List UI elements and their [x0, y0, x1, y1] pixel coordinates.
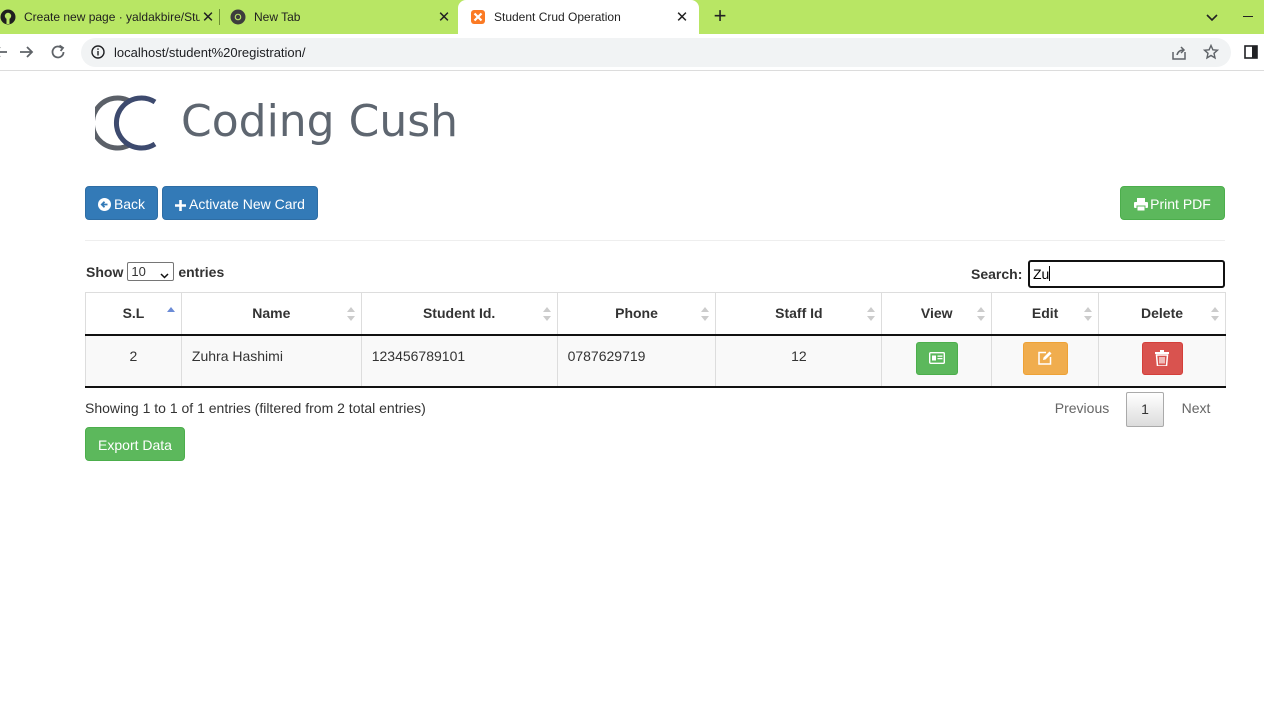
printer-icon — [1134, 189, 1149, 212]
sort-both-icon — [701, 307, 710, 321]
url-text: localhost/student%20registration/ — [114, 45, 306, 60]
tab-title: Student Crud Operation — [494, 10, 621, 24]
cell-staff-id: 12 — [715, 334, 883, 388]
view-button[interactable] — [915, 341, 958, 375]
tab-github[interactable]: Create new page · yaldakbire/Stu ✕ — [0, 0, 216, 34]
cell-name: Zuhra Hashimi — [181, 334, 362, 388]
xampp-icon — [470, 9, 486, 25]
cell-view — [881, 334, 993, 388]
search-value: Zu — [1033, 266, 1050, 282]
info-icon[interactable] — [91, 45, 105, 59]
pagination-page-1[interactable]: 1 — [1126, 392, 1164, 427]
back-button-label: Back — [113, 196, 146, 212]
divider — [85, 240, 1225, 241]
show-entries-control: Show 10 entries — [86, 262, 224, 281]
sort-both-icon — [977, 307, 986, 321]
edit-icon — [1038, 351, 1052, 365]
text-cursor — [1049, 266, 1051, 281]
tab-title: Create new page · yaldakbire/Stu — [24, 10, 200, 24]
show-label: Show — [86, 263, 124, 280]
pagination-next[interactable]: Next — [1171, 392, 1221, 427]
export-data-label: Export Data — [98, 437, 172, 453]
side-panel-icon[interactable] — [1244, 45, 1258, 59]
entries-label: entries — [178, 263, 225, 280]
column-header-delete[interactable]: Delete — [1098, 292, 1226, 336]
activate-new-card-label: Activate New Card — [189, 196, 305, 212]
column-header-view[interactable]: View — [881, 292, 993, 336]
close-tab-icon[interactable]: ✕ — [200, 8, 216, 26]
page-length-value: 10 — [131, 264, 146, 279]
chrome-icon — [230, 9, 246, 25]
pagination-previous[interactable]: Previous — [1045, 392, 1119, 427]
column-header-sl[interactable]: S.L — [85, 292, 182, 336]
column-header-staff-id[interactable]: Staff Id — [715, 292, 883, 336]
column-header-student-id[interactable]: Student Id. — [361, 292, 558, 336]
cell-student-id: 123456789101 — [361, 334, 558, 388]
forward-arrow-icon[interactable] — [17, 43, 35, 61]
column-header-edit[interactable]: Edit — [991, 292, 1100, 336]
tab-student-crud[interactable]: Student Crud Operation ✕ — [458, 0, 699, 34]
students-table: S.L Name Student Id. Phone Staff Id View… — [85, 292, 1226, 388]
chevron-down-icon — [160, 267, 169, 279]
share-icon[interactable] — [1171, 45, 1187, 61]
close-tab-icon[interactable]: ✕ — [674, 8, 690, 26]
back-button[interactable]: Back — [85, 186, 158, 220]
browser-toolbar: localhost/student%20registration/ — [0, 34, 1264, 71]
cell-edit — [991, 334, 1100, 388]
address-bar[interactable]: localhost/student%20registration/ — [81, 38, 1231, 67]
trash-icon — [1155, 350, 1170, 366]
print-pdf-label: Print PDF — [1150, 196, 1211, 212]
back-arrow-icon[interactable] — [0, 43, 10, 61]
reload-icon[interactable] — [49, 43, 67, 61]
table-info-text: Showing 1 to 1 of 1 entries (filtered fr… — [85, 400, 426, 416]
github-icon — [0, 9, 16, 25]
column-header-phone[interactable]: Phone — [557, 292, 717, 336]
coding-cush-logo-icon — [89, 95, 157, 151]
cell-phone: 0787629719 — [557, 334, 717, 388]
cell-sl: 2 — [85, 334, 182, 388]
sort-both-icon — [542, 307, 551, 321]
edit-button[interactable] — [1022, 341, 1068, 375]
tab-title: New Tab — [254, 10, 301, 24]
sort-both-icon — [1211, 307, 1219, 321]
tab-new-tab[interactable]: New Tab ✕ — [230, 0, 452, 34]
activate-new-card-button[interactable]: Activate New Card — [162, 186, 318, 220]
delete-button[interactable] — [1141, 341, 1183, 375]
star-icon[interactable] — [1202, 43, 1220, 60]
cell-delete — [1098, 334, 1226, 388]
print-pdf-button[interactable]: Print PDF — [1120, 186, 1225, 220]
page-length-select[interactable]: 10 — [127, 262, 175, 281]
sort-both-icon — [1084, 307, 1093, 321]
sort-asc-icon — [166, 307, 175, 312]
minimize-icon[interactable] — [1243, 16, 1253, 17]
logo-text: Coding Cush — [181, 96, 459, 147]
id-card-icon — [928, 352, 945, 364]
search-input[interactable]: Zu — [1028, 260, 1225, 288]
search-label: Search: — [971, 266, 1023, 282]
new-tab-plus-icon[interactable]: + — [709, 5, 731, 28]
circle-arrow-left-icon — [97, 189, 111, 211]
chevron-down-icon[interactable] — [1204, 9, 1220, 25]
browser-tab-bar: Create new page · yaldakbire/Stu ✕ New T… — [0, 0, 1264, 34]
table-header-row: S.L Name Student Id. Phone Staff Id View… — [85, 292, 1226, 336]
sort-both-icon — [867, 307, 876, 321]
close-tab-icon[interactable]: ✕ — [436, 8, 452, 26]
export-data-button[interactable]: Export Data — [85, 427, 185, 461]
tab-separator — [219, 9, 220, 25]
site-logo: Coding Cush — [89, 88, 458, 158]
plus-icon — [175, 189, 187, 211]
column-header-name[interactable]: Name — [181, 292, 362, 336]
table-row: 2 Zuhra Hashimi 123456789101 0787629719 … — [85, 334, 1226, 388]
sort-both-icon — [346, 307, 355, 321]
